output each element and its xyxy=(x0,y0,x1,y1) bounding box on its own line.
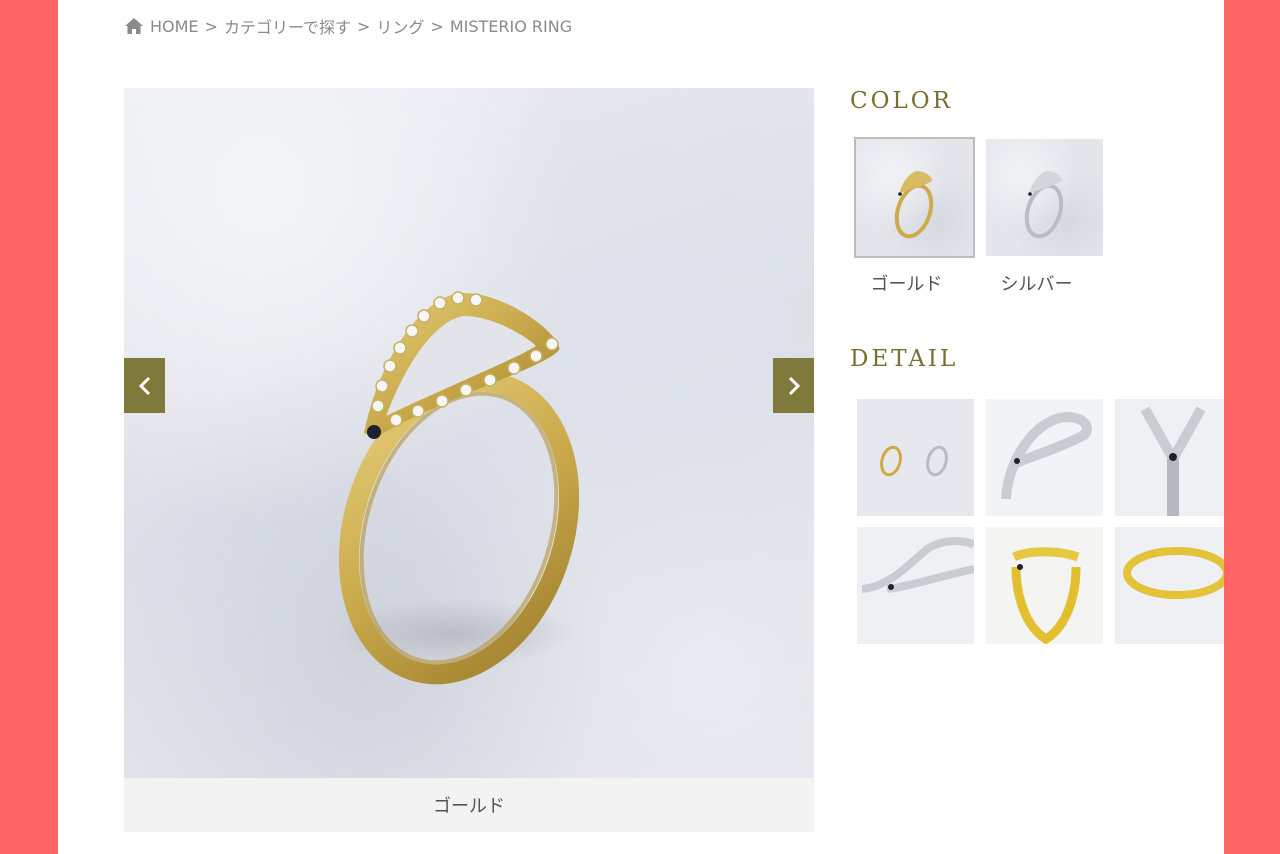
product-page: HOME > カテゴリーで探す > リング > MISTERIO RING ゴー… xyxy=(58,0,1224,854)
breadcrumb-separator: > xyxy=(357,16,371,36)
color-swatch-gold[interactable] xyxy=(854,137,975,258)
detail-image-gold-top xyxy=(1115,527,1224,644)
breadcrumb-separator: > xyxy=(430,16,444,36)
breadcrumb: HOME > カテゴリーで探す > リング > MISTERIO RING xyxy=(124,14,572,38)
detail-thumbnail-4[interactable] xyxy=(857,527,974,644)
detail-thumbnail-5[interactable] xyxy=(986,527,1103,644)
image-caption: ゴールド xyxy=(124,778,814,832)
breadcrumb-home[interactable]: HOME xyxy=(150,17,199,36)
detail-thumbnail-6[interactable] xyxy=(1115,527,1224,644)
breadcrumb-separator: > xyxy=(204,16,218,36)
color-label-gold[interactable]: ゴールド xyxy=(848,270,965,296)
next-image-button[interactable] xyxy=(773,358,814,413)
gold-ring-thumbnail xyxy=(894,171,934,239)
detail-image-silver-closeup xyxy=(986,399,1103,516)
detail-thumbnail-1[interactable] xyxy=(857,399,974,516)
detail-thumbnail-2[interactable] xyxy=(986,399,1103,516)
product-main-image[interactable] xyxy=(124,88,814,778)
breadcrumb-category[interactable]: カテゴリーで探す xyxy=(224,14,351,38)
color-section-title: COLOR xyxy=(850,88,953,114)
chevron-right-icon xyxy=(788,376,800,395)
detail-thumbnail-3[interactable] xyxy=(1115,399,1224,516)
detail-image-gold-closeup xyxy=(986,527,1103,644)
detail-image-silver-side xyxy=(857,527,974,644)
color-label-silver[interactable]: シルバー xyxy=(978,270,1095,296)
color-swatch-silver[interactable] xyxy=(986,139,1103,256)
ring-illustration xyxy=(334,291,580,685)
breadcrumb-current: MISTERIO RING xyxy=(449,16,573,36)
home-icon[interactable] xyxy=(124,17,144,35)
breadcrumb-subcategory[interactable]: リング xyxy=(376,14,424,38)
chevron-left-icon xyxy=(138,376,150,395)
detail-image-pair xyxy=(857,399,974,516)
silver-ring-thumbnail xyxy=(1024,171,1064,239)
prev-image-button[interactable] xyxy=(124,358,165,413)
detail-image-silver-front xyxy=(1115,399,1224,516)
detail-section-title: DETAIL xyxy=(850,346,959,372)
